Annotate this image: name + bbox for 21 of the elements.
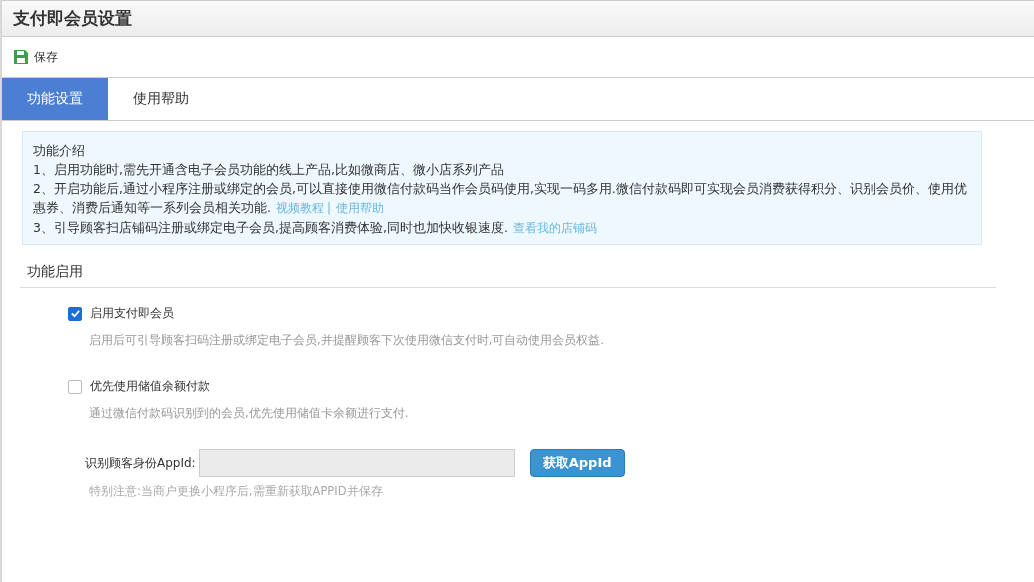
intro-title: 功能介绍 bbox=[33, 142, 86, 160]
link[interactable]: 使用帮助 bbox=[336, 201, 385, 215]
save-button[interactable]: 保存 bbox=[13, 48, 58, 66]
hint-text: 启用后可引导顾客扫码注册或绑定电子会员,并提醒顾客下次使用微信支付时,可自动使用会员权益. bbox=[89, 333, 605, 348]
link[interactable]: 视频教程 bbox=[276, 201, 324, 215]
checkbox-option[interactable]: 优先使用储值余额付款 bbox=[68, 378, 987, 395]
intro-text: 3、引导顾客扫店铺码注册或绑定电子会员,提高顾客消费体验,同时也加快收银速度. 查看我的店铺码 bbox=[33, 219, 598, 237]
section-title: 功能启用 bbox=[27, 263, 84, 281]
intro-text: 2、开启功能后,通过小程序注册或绑定的会员,可以直接使用微信付款码当作会员码使用,实现一码多用.微信付款码即可实现会员消费获得积分、识别会员价、使用优惠券、消费后通知等一系列会员相关功能. 视频教程 | 使用帮助 bbox=[33, 180, 968, 217]
save-icon bbox=[13, 49, 29, 65]
intro-text: 1、启用功能时,需先开通含电子会员功能的线上产品,比如微商店、微小店系列产品 bbox=[33, 161, 505, 179]
hint-text: 通过微信付款码识别到的会员,优先使用储值卡余额进行支付. bbox=[89, 406, 410, 421]
note-text: 特别注意:当商户更换小程序后,需重新获取APPID并保存 bbox=[89, 484, 384, 499]
checkbox-option[interactable]: 启用支付即会员 bbox=[68, 305, 987, 322]
checkbox[interactable] bbox=[68, 379, 82, 394]
tab[interactable]: 功能设置 bbox=[2, 78, 108, 120]
link-separator: | bbox=[327, 201, 332, 215]
checkbox[interactable] bbox=[68, 306, 82, 321]
field-label: 识别顾客身份AppId: bbox=[85, 454, 196, 472]
window-title: 支付即会员设置 bbox=[13, 7, 132, 30]
link[interactable]: 查看我的店铺码 bbox=[512, 221, 597, 235]
